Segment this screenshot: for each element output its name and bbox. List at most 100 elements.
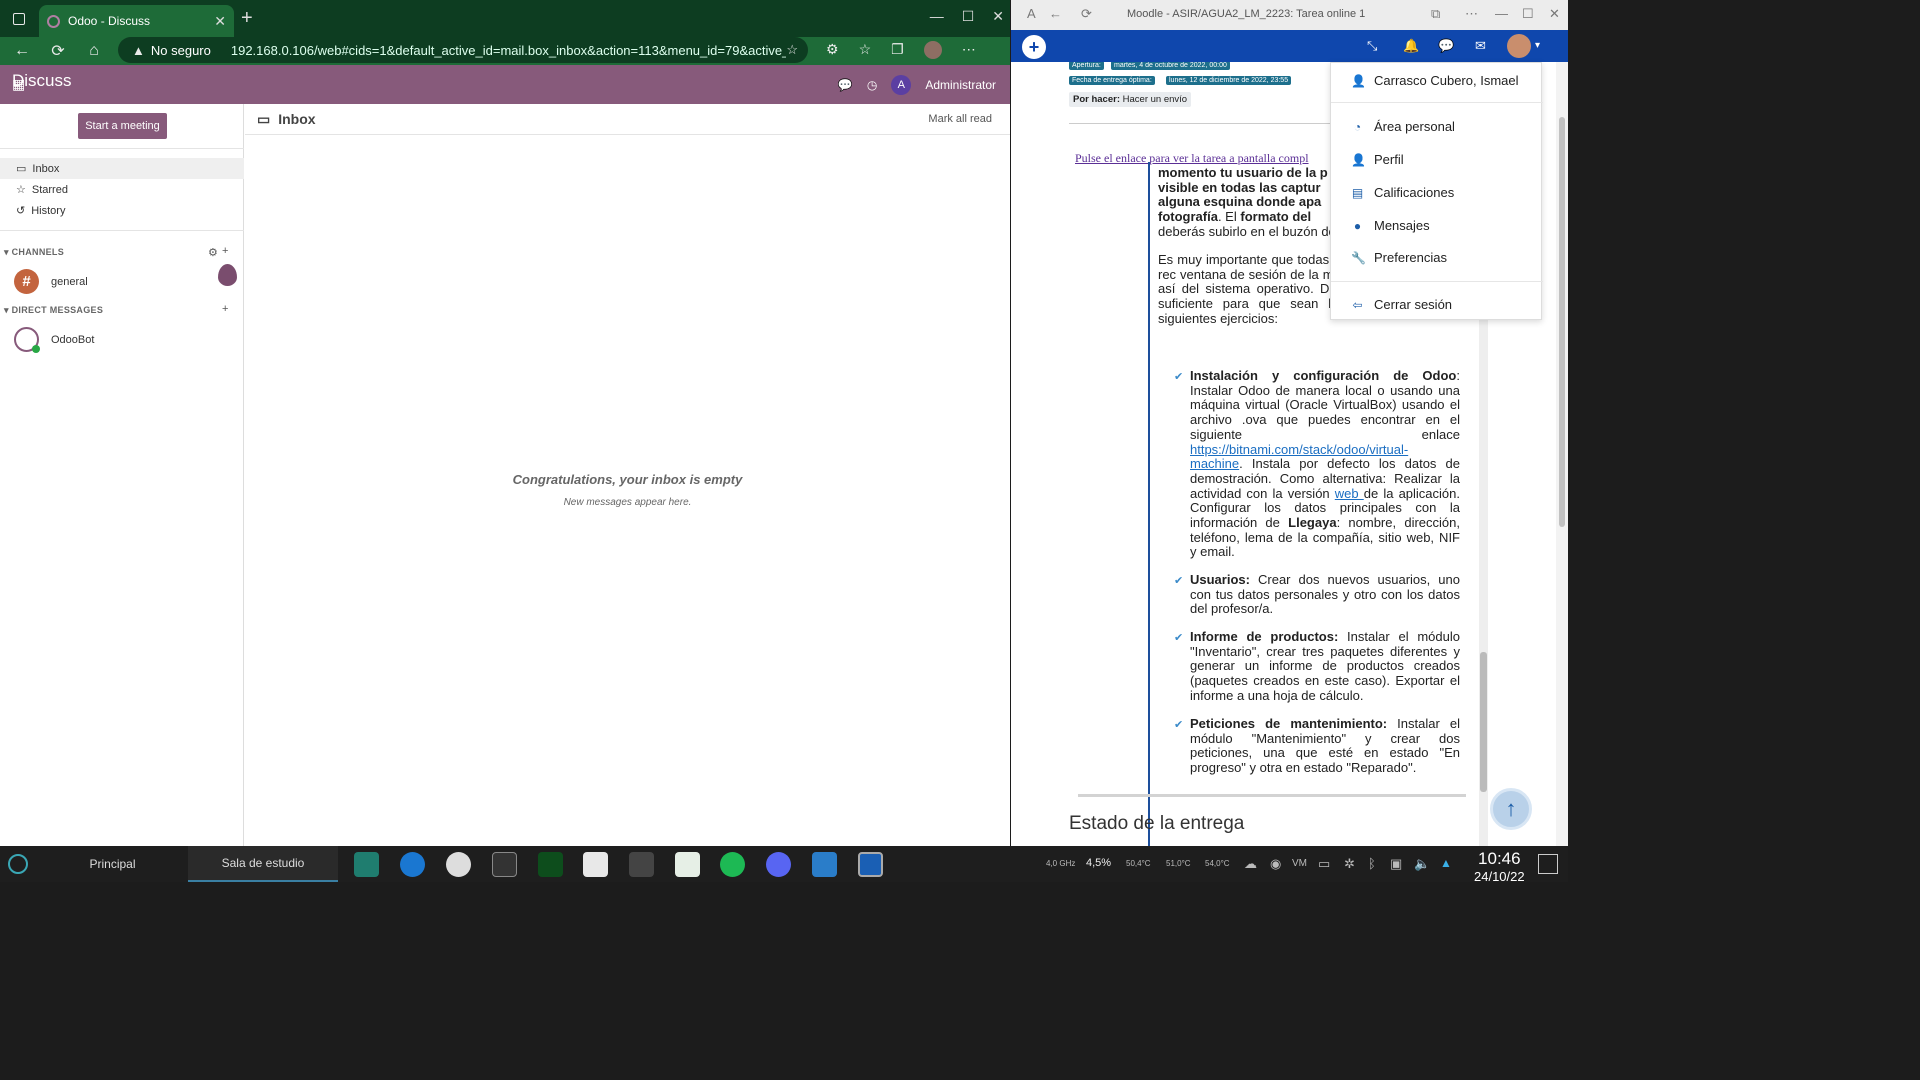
word-icon[interactable]	[858, 852, 883, 877]
chevron-down-icon[interactable]: ▾	[1535, 40, 1540, 51]
menu-user-name[interactable]: 👤 Carrasco Cubero, Ismael	[1351, 73, 1519, 88]
collapse-icon[interactable]: ⤡	[1367, 38, 1377, 54]
andalucia-app-icon[interactable]	[538, 852, 563, 877]
maximize-icon[interactable]: ☐	[962, 8, 975, 25]
scroll-thumb[interactable]	[1480, 652, 1487, 792]
font-app-icon[interactable]	[629, 852, 654, 877]
chat-icon[interactable]: 💬	[838, 78, 853, 92]
menu-area-personal[interactable]: ◔ Área personal	[1351, 119, 1455, 134]
user-avatar[interactable]	[1507, 34, 1531, 58]
start-meeting-button[interactable]: Start a meeting	[78, 113, 167, 139]
menu-preferencias[interactable]: 🔧 Preferencias	[1351, 250, 1447, 265]
tab-odoo-discuss[interactable]: Odoo - Discuss ✕	[39, 5, 234, 37]
bluetooth-icon[interactable]: ᛒ	[1368, 856, 1376, 871]
close-window-icon[interactable]: ✕	[992, 8, 1004, 25]
install-icon[interactable]: ⧉	[1431, 6, 1440, 22]
add-dm-icon[interactable]: +	[222, 303, 228, 315]
app-title[interactable]: Discuss	[12, 71, 72, 96]
collections-icon[interactable]: ❐	[891, 41, 904, 59]
direct-messages-header[interactable]: ▾ DIRECT MESSAGES	[4, 305, 103, 316]
favorites-icon[interactable]: ☆	[859, 41, 872, 59]
dm-odoobot[interactable]: OdooBot	[14, 327, 95, 353]
por-hacer: Por hacer: Hacer un envío	[1069, 92, 1192, 107]
profile-avatar[interactable]	[923, 41, 942, 59]
menu-mensajes[interactable]: ● Mensajes	[1351, 218, 1430, 233]
user-name[interactable]: Administrator	[925, 78, 996, 92]
color-picker-icon[interactable]: ◉	[1270, 856, 1281, 872]
channel-settings-icon[interactable]: ⚙	[208, 246, 218, 259]
image-viewer-icon[interactable]	[583, 852, 608, 877]
vmware-tray-icon[interactable]: VM	[1292, 858, 1307, 869]
list-item: ✔ Peticiones de mantenimiento: Instalar …	[1174, 716, 1460, 776]
terminal-tray-icon[interactable]: ▭	[1318, 856, 1330, 872]
close-window-icon[interactable]: ✕	[1549, 6, 1560, 22]
check-icon: ✔	[1174, 371, 1184, 383]
channel-general[interactable]: # general	[14, 269, 88, 294]
inbox-header: ▭ Inbox	[245, 104, 1010, 135]
minimize-icon[interactable]: —	[930, 8, 944, 25]
url-field[interactable]: ▲ No seguro 192.168.0.106/web#cids=1&def…	[118, 37, 808, 63]
menu-label: Preferencias	[1374, 250, 1447, 265]
scroll-thumb[interactable]	[1559, 117, 1565, 527]
mark-all-read-button[interactable]: Mark all read	[928, 113, 992, 125]
cpu-load: 4,5%	[1086, 857, 1112, 869]
security-label: No seguro	[150, 42, 211, 58]
terminal-icon[interactable]	[492, 852, 517, 877]
close-tab-icon[interactable]: ✕	[214, 13, 226, 30]
vmware-icon[interactable]	[446, 852, 471, 877]
vscode-icon[interactable]	[812, 852, 837, 877]
tab-actions-icon[interactable]	[13, 12, 25, 25]
logout-icon: ⇦	[1352, 297, 1363, 312]
intro-line: alguna esquina donde apa	[1158, 194, 1322, 210]
back-to-top-icon[interactable]: ↑	[1490, 788, 1532, 830]
network-icon[interactable]: ✲	[1344, 856, 1355, 872]
display-icon[interactable]: ▣	[1390, 856, 1402, 872]
messages-icon[interactable]: 💬	[1438, 38, 1454, 54]
spreadsheet-icon[interactable]	[675, 852, 700, 877]
add-icon[interactable]: +	[1022, 35, 1046, 59]
intro-line: visible en todas las captur	[1158, 179, 1321, 195]
extensions-icon[interactable]: ⚙	[826, 41, 839, 59]
back-icon[interactable]: ←	[4, 42, 40, 60]
mailbox-history[interactable]: ↺ History	[0, 200, 244, 221]
home-icon[interactable]: ⌂	[76, 42, 112, 60]
notifications-bell-icon[interactable]: 🔔	[1403, 38, 1419, 54]
temperature-1: 50,4°C	[1126, 859, 1151, 868]
minimize-icon[interactable]: —	[1495, 6, 1508, 21]
more-icon[interactable]: ⋯	[1465, 6, 1478, 22]
mail-icon[interactable]: ✉	[1475, 38, 1486, 54]
workspace-sala-de-estudio[interactable]: Sala de estudio	[188, 846, 338, 882]
favorite-add-icon[interactable]: ☆	[786, 42, 798, 58]
cloud-icon[interactable]: ☁	[1244, 856, 1257, 872]
file-manager-icon[interactable]	[354, 852, 379, 877]
web-link[interactable]: web	[1335, 486, 1364, 501]
back-icon[interactable]: ←	[1049, 6, 1062, 21]
mailbox-starred[interactable]: ☆ Starred	[0, 179, 244, 200]
user-icon: 👤	[1351, 73, 1366, 88]
reload-icon[interactable]: ⟳	[1081, 6, 1092, 22]
add-channel-icon[interactable]: +	[222, 245, 228, 257]
more-icon[interactable]: ⋯	[962, 41, 976, 59]
page-scrollbar[interactable]	[1556, 62, 1568, 846]
workspace-principal[interactable]: Principal	[40, 846, 185, 882]
menu-perfil[interactable]: 👤 Perfil	[1351, 152, 1404, 167]
horizontal-scrollbar[interactable]	[1078, 794, 1466, 797]
mailbox-inbox[interactable]: ▭ Inbox	[0, 158, 244, 179]
discord-icon[interactable]	[766, 852, 791, 877]
menu-calificaciones[interactable]: ▤ Calificaciones	[1351, 185, 1454, 200]
new-tab-icon[interactable]: +	[241, 7, 253, 30]
tray-expand-icon[interactable]: ▲	[1440, 856, 1452, 870]
dm-label: OdooBot	[51, 333, 95, 346]
spotify-icon[interactable]	[720, 852, 745, 877]
maximize-icon[interactable]: ☐	[1522, 6, 1534, 22]
menu-cerrar-sesion[interactable]: ⇦ Cerrar sesión	[1351, 297, 1452, 312]
volume-icon[interactable]: 🔈	[1414, 856, 1430, 872]
start-menu-icon[interactable]	[8, 846, 28, 882]
edge-icon[interactable]	[400, 852, 425, 877]
reload-icon[interactable]: ⟳	[40, 41, 76, 61]
clock[interactable]: 10:46 24/10/22	[1474, 849, 1525, 884]
show-desktop-icon[interactable]	[1538, 854, 1558, 874]
activity-clock-icon[interactable]: ◷	[867, 78, 877, 92]
channels-header[interactable]: ▾ CHANNELS	[4, 247, 64, 258]
user-avatar[interactable]: A	[891, 74, 912, 95]
